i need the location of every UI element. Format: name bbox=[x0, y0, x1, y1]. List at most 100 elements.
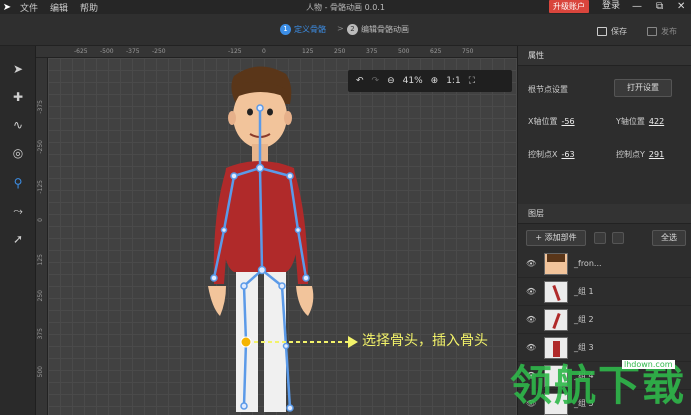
save-button[interactable]: 保存 bbox=[597, 26, 627, 37]
control-y-label: 控制点Y bbox=[616, 150, 645, 159]
ruler-tick: 750 bbox=[462, 48, 474, 55]
select-arrow-icon[interactable]: ➤ bbox=[9, 60, 27, 78]
add-point-icon[interactable]: ✚ bbox=[9, 88, 27, 106]
step-number: 1 bbox=[280, 24, 291, 35]
select-all-button[interactable]: 全选 bbox=[652, 230, 686, 246]
undo-icon[interactable]: ↶ bbox=[356, 76, 364, 86]
ruler-tick: -375 bbox=[37, 100, 44, 114]
annotation-text: 选择骨头，插入骨头 bbox=[362, 333, 488, 349]
ruler-tick: -125 bbox=[228, 48, 242, 55]
publish-label: 发布 bbox=[661, 27, 677, 36]
layer-name: _fron... bbox=[574, 259, 602, 268]
layer-name: _组 2 bbox=[574, 315, 594, 324]
ruler-tick: 250 bbox=[334, 48, 346, 55]
publish-button[interactable]: 发布 bbox=[647, 26, 677, 37]
ruler-tick: 500 bbox=[398, 48, 410, 55]
bend-icon[interactable]: ⤳ bbox=[9, 202, 27, 220]
layer-row[interactable]: 👁 _组 2 bbox=[518, 306, 691, 334]
bone-tool-icon[interactable]: ⚲ bbox=[9, 174, 27, 192]
actual-size-button[interactable]: 1:1 bbox=[446, 76, 460, 86]
character-figure[interactable] bbox=[36, 46, 517, 415]
add-part-label: 添加部件 bbox=[544, 233, 577, 242]
zoom-in-icon[interactable]: ⊕ bbox=[431, 76, 439, 86]
y-position-input[interactable]: 422 bbox=[649, 117, 664, 126]
menu-help[interactable]: 帮助 bbox=[74, 1, 104, 14]
minimize-icon[interactable]: — bbox=[632, 0, 642, 13]
root-settings-label: 根节点设置 bbox=[528, 85, 568, 94]
curve-icon[interactable]: ∿ bbox=[9, 116, 27, 134]
ruler-left: -375 -250 -125 0 125 250 375 500 bbox=[36, 58, 48, 415]
menu-file[interactable]: 文件 bbox=[14, 1, 44, 14]
add-part-button[interactable]: + 添加部件 bbox=[526, 230, 586, 246]
canvas[interactable] bbox=[36, 46, 517, 415]
right-eye bbox=[267, 108, 273, 116]
app-window: ➤ 文件 编辑 帮助 人物 - 骨骼动画 0.0.1 升级账户 登录 — ⧉ ✕… bbox=[0, 0, 691, 415]
left-hand bbox=[208, 286, 226, 316]
zoom-out-icon[interactable]: ⊖ bbox=[387, 76, 395, 86]
left-toolbar: ➤ ✚ ∿ ◎ ⚲ ⤳ ➚ bbox=[0, 46, 36, 415]
restore-icon[interactable]: ⧉ bbox=[656, 0, 663, 13]
pointer-plus-icon[interactable]: ➚ bbox=[9, 230, 27, 248]
y-position-label: Y轴位置 bbox=[616, 117, 645, 126]
ruler-tick: 625 bbox=[430, 48, 442, 55]
save-label: 保存 bbox=[611, 27, 627, 36]
upgrade-account-button[interactable]: 升级账户 bbox=[549, 0, 589, 13]
ruler-tick: 125 bbox=[37, 254, 44, 266]
ruler-tick: -375 bbox=[126, 48, 140, 55]
control-x-field: 控制点X -63 bbox=[528, 149, 575, 160]
y-position-field: Y轴位置 422 bbox=[616, 116, 664, 127]
zoom-toolbar: ↶ ↷ ⊖ 41% ⊕ 1:1 ⛶ bbox=[348, 70, 512, 92]
zoom-level: 41% bbox=[402, 76, 423, 86]
selected-joint bbox=[240, 336, 252, 348]
redo-icon[interactable]: ↷ bbox=[372, 76, 380, 86]
ruler-tick: 250 bbox=[37, 290, 44, 302]
add-joint-icon[interactable]: ◎ bbox=[9, 144, 27, 162]
login-button[interactable]: 登录 bbox=[602, 0, 620, 13]
step-separator: > bbox=[337, 24, 344, 33]
layer-row[interactable]: 👁 _组 1 bbox=[518, 278, 691, 306]
ruler-tick: -500 bbox=[100, 48, 114, 55]
ruler-tick: -625 bbox=[74, 48, 88, 55]
right-hand bbox=[296, 286, 314, 316]
save-icon bbox=[597, 27, 607, 36]
plus-icon: + bbox=[535, 233, 543, 242]
app-logo-icon: ➤ bbox=[2, 1, 12, 13]
layer-thumbnail bbox=[544, 252, 568, 275]
eye-icon[interactable]: 👁 bbox=[526, 315, 536, 324]
step-number: 2 bbox=[347, 24, 358, 35]
eye-icon[interactable]: 👁 bbox=[526, 343, 536, 352]
ruler-tick: 375 bbox=[37, 328, 44, 340]
x-position-label: X轴位置 bbox=[528, 117, 558, 126]
control-x-input[interactable]: -63 bbox=[561, 150, 574, 159]
ruler-tick: -250 bbox=[152, 48, 166, 55]
open-settings-button[interactable]: 打开设置 bbox=[614, 79, 672, 97]
delete-icon[interactable] bbox=[612, 232, 624, 244]
ruler-tick: 0 bbox=[37, 218, 44, 222]
eye-icon[interactable]: 👁 bbox=[526, 259, 536, 268]
control-y-field: 控制点Y 291 bbox=[616, 149, 664, 160]
eye-icon[interactable]: 👁 bbox=[526, 287, 536, 296]
fit-screen-icon[interactable]: ⛶ bbox=[469, 76, 475, 86]
ruler-tick: 500 bbox=[37, 366, 44, 378]
properties-header: 属性 bbox=[518, 46, 691, 66]
layers-header: 图层 bbox=[518, 204, 691, 224]
step-edit-animation[interactable]: 2 编辑骨骼动画 bbox=[347, 24, 409, 35]
ruler-tick: 375 bbox=[366, 48, 378, 55]
ruler-tick: 125 bbox=[302, 48, 314, 55]
step-bar: 1 定义骨骼 > 2 编辑骨骼动画 保存 发布 bbox=[0, 14, 691, 46]
layer-row[interactable]: 👁 _fron... bbox=[518, 250, 691, 278]
step-define-bones[interactable]: 1 定义骨骼 bbox=[280, 24, 326, 35]
control-y-input[interactable]: 291 bbox=[649, 150, 664, 159]
group-icon[interactable] bbox=[594, 232, 606, 244]
step-label: 定义骨骼 bbox=[294, 25, 326, 34]
watermark-url: lhdown.com bbox=[622, 360, 675, 369]
close-icon[interactable]: ✕ bbox=[677, 0, 685, 13]
ruler-top: -625 -500 -375 -250 -125 0 125 250 375 5… bbox=[36, 46, 517, 58]
layer-thumbnail bbox=[544, 280, 568, 303]
x-position-input[interactable]: -56 bbox=[561, 117, 574, 126]
left-eye bbox=[247, 108, 253, 116]
menu-edit[interactable]: 编辑 bbox=[44, 1, 74, 14]
layer-name: _组 1 bbox=[574, 287, 594, 296]
ruler-tick: 0 bbox=[262, 48, 266, 55]
publish-icon bbox=[647, 27, 657, 36]
